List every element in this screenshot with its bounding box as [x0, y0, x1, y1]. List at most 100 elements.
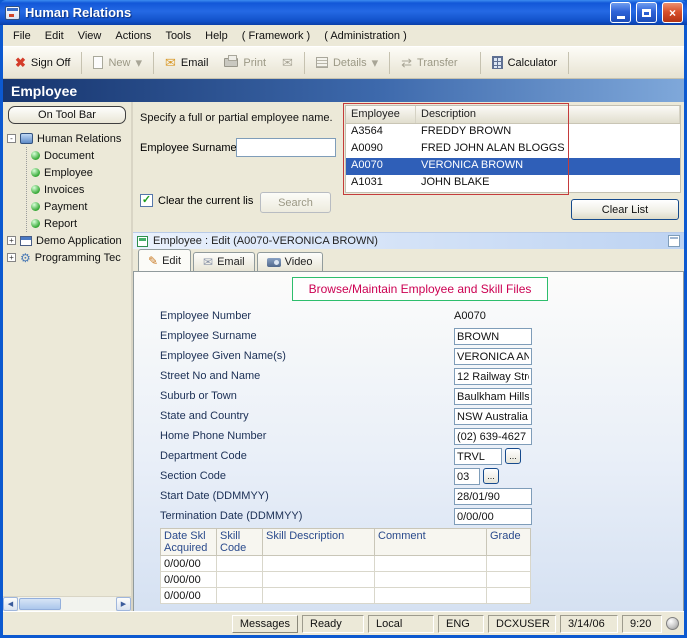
clear-list-checkbox[interactable]: ✓ — [140, 194, 153, 207]
new-button[interactable]: New ▾ — [85, 51, 150, 74]
section-code-field[interactable] — [454, 468, 480, 485]
skills-cell[interactable] — [263, 556, 375, 572]
pencil-icon: ✎ — [148, 255, 158, 267]
result-row-selected[interactable]: A0070 VERONICA BROWN — [346, 158, 680, 175]
tree-item-employee[interactable]: Employee — [31, 164, 131, 181]
tree-item-report[interactable]: Report — [31, 215, 131, 232]
collapse-icon[interactable]: - — [7, 134, 16, 143]
tree-item-invoices[interactable]: Invoices — [31, 181, 131, 198]
surname-field[interactable] — [454, 328, 532, 345]
skills-cell[interactable] — [487, 556, 531, 572]
menu-file[interactable]: File — [6, 27, 38, 45]
new-document-icon — [93, 56, 103, 69]
tree-item-document[interactable]: Document — [31, 147, 131, 164]
tree-root-human-relations[interactable]: - Human Relations — [7, 130, 131, 147]
section-lookup-button[interactable]: ... — [483, 468, 499, 484]
computer-icon — [20, 133, 33, 144]
menu-edit[interactable]: Edit — [38, 27, 71, 45]
field-label: Termination Date (DDMMYY) — [160, 510, 454, 522]
maximize-button[interactable] — [636, 2, 657, 23]
surname-input[interactable] — [236, 138, 336, 157]
envelope-button[interactable]: ✉ — [274, 51, 301, 74]
sign-off-button[interactable]: ✖ Sign Off — [7, 51, 78, 74]
transfer-button[interactable]: ⇄ Transfer — [393, 51, 465, 74]
skills-cell[interactable] — [217, 572, 263, 588]
skills-cell[interactable]: 0/00/00 — [161, 572, 217, 588]
expand-icon[interactable]: + — [7, 236, 16, 245]
on-tool-bar-button[interactable]: On Tool Bar — [8, 106, 126, 124]
suburb-field[interactable] — [454, 388, 532, 405]
window-title: Human Relations — [25, 5, 605, 20]
skills-col-skill-code: Skill Code — [217, 529, 263, 556]
messages-button[interactable]: Messages — [232, 615, 298, 633]
close-button[interactable]: × — [662, 2, 683, 23]
status-time: 9:20 — [622, 615, 662, 633]
scrollbar-thumb[interactable] — [19, 598, 61, 610]
title-bar: Human Relations × — [0, 0, 687, 25]
menu-actions[interactable]: Actions — [108, 27, 158, 45]
scroll-right-button[interactable]: ▶ — [116, 597, 131, 611]
result-row[interactable]: A0090 FRED JOHN ALAN BLOGGS — [346, 141, 680, 158]
tree-item-demo-application[interactable]: + Demo Application — [7, 232, 131, 249]
calculator-button[interactable]: Calculator — [484, 51, 566, 74]
tree-item-payment[interactable]: Payment — [31, 198, 131, 215]
clear-list-button[interactable]: Clear List — [571, 199, 679, 220]
tree-item-label: Payment — [44, 201, 87, 213]
email-button[interactable]: ✉ Email — [157, 51, 216, 74]
skills-cell[interactable]: 0/00/00 — [161, 588, 217, 604]
sign-off-icon: ✖ — [15, 56, 26, 69]
menu-view[interactable]: View — [71, 27, 109, 45]
employee-edit-panel: Browse/Maintain Employee and Skill Files… — [133, 271, 684, 611]
skills-cell[interactable] — [487, 588, 531, 604]
department-code-field[interactable] — [454, 448, 502, 465]
skills-cell[interactable] — [217, 588, 263, 604]
envelope-icon: ✉ — [203, 256, 213, 268]
menu-help[interactable]: Help — [198, 27, 235, 45]
given-names-field[interactable] — [454, 348, 532, 365]
menu-administration[interactable]: ( Administration ) — [317, 27, 414, 45]
tree-item-label: Employee — [44, 167, 93, 179]
menu-framework[interactable]: ( Framework ) — [235, 27, 317, 45]
details-button[interactable]: Details ▾ — [308, 51, 386, 74]
skills-cell[interactable] — [263, 572, 375, 588]
department-lookup-button[interactable]: ... — [505, 448, 521, 464]
tab-email[interactable]: ✉ Email — [193, 252, 255, 271]
home-phone-field[interactable] — [454, 428, 532, 445]
app-icon — [5, 6, 20, 20]
search-button[interactable]: Search — [260, 192, 331, 213]
print-button[interactable]: Print — [216, 52, 274, 74]
street-field[interactable] — [454, 368, 532, 385]
restore-panel-icon[interactable] — [668, 235, 680, 247]
skills-cell[interactable] — [375, 572, 487, 588]
expand-icon[interactable]: + — [7, 253, 16, 262]
column-header-employee[interactable]: Employee — [346, 106, 416, 123]
result-row[interactable]: A3564 FREDDY BROWN — [346, 124, 680, 141]
field-label: Home Phone Number — [160, 430, 454, 442]
tab-video[interactable]: Video — [257, 252, 323, 271]
column-header-description[interactable]: Description — [416, 106, 680, 123]
skills-cell[interactable] — [263, 588, 375, 604]
application-window: Human Relations × File Edit View Actions… — [0, 0, 687, 638]
tree-item-label: Document — [44, 150, 94, 162]
tree-item-programming-tec[interactable]: + ⚙ Programming Tec — [7, 249, 131, 266]
start-date-field[interactable] — [454, 488, 532, 505]
skills-cell[interactable]: 0/00/00 — [161, 556, 217, 572]
skills-cell[interactable] — [487, 572, 531, 588]
result-row[interactable]: A1031 JOHN BLAKE — [346, 175, 680, 192]
skills-cell[interactable] — [217, 556, 263, 572]
tab-edit[interactable]: ✎ Edit — [138, 249, 191, 271]
state-country-field[interactable] — [454, 408, 532, 425]
transfer-label: Transfer — [417, 57, 458, 69]
scroll-left-button[interactable]: ◀ — [3, 597, 18, 611]
skills-cell[interactable] — [375, 556, 487, 572]
horizontal-scrollbar[interactable]: ◀ ▶ — [3, 596, 131, 611]
calculator-label: Calculator — [508, 57, 558, 69]
minimize-button[interactable] — [610, 2, 631, 23]
email-label: Email — [181, 57, 209, 69]
skills-cell[interactable] — [375, 588, 487, 604]
employee-form-icon — [137, 236, 148, 247]
termination-date-field[interactable] — [454, 508, 532, 525]
scrollbar-track[interactable] — [18, 597, 116, 611]
employee-description: FRED JOHN ALAN BLOGGS — [416, 141, 680, 158]
menu-tools[interactable]: Tools — [158, 27, 198, 45]
